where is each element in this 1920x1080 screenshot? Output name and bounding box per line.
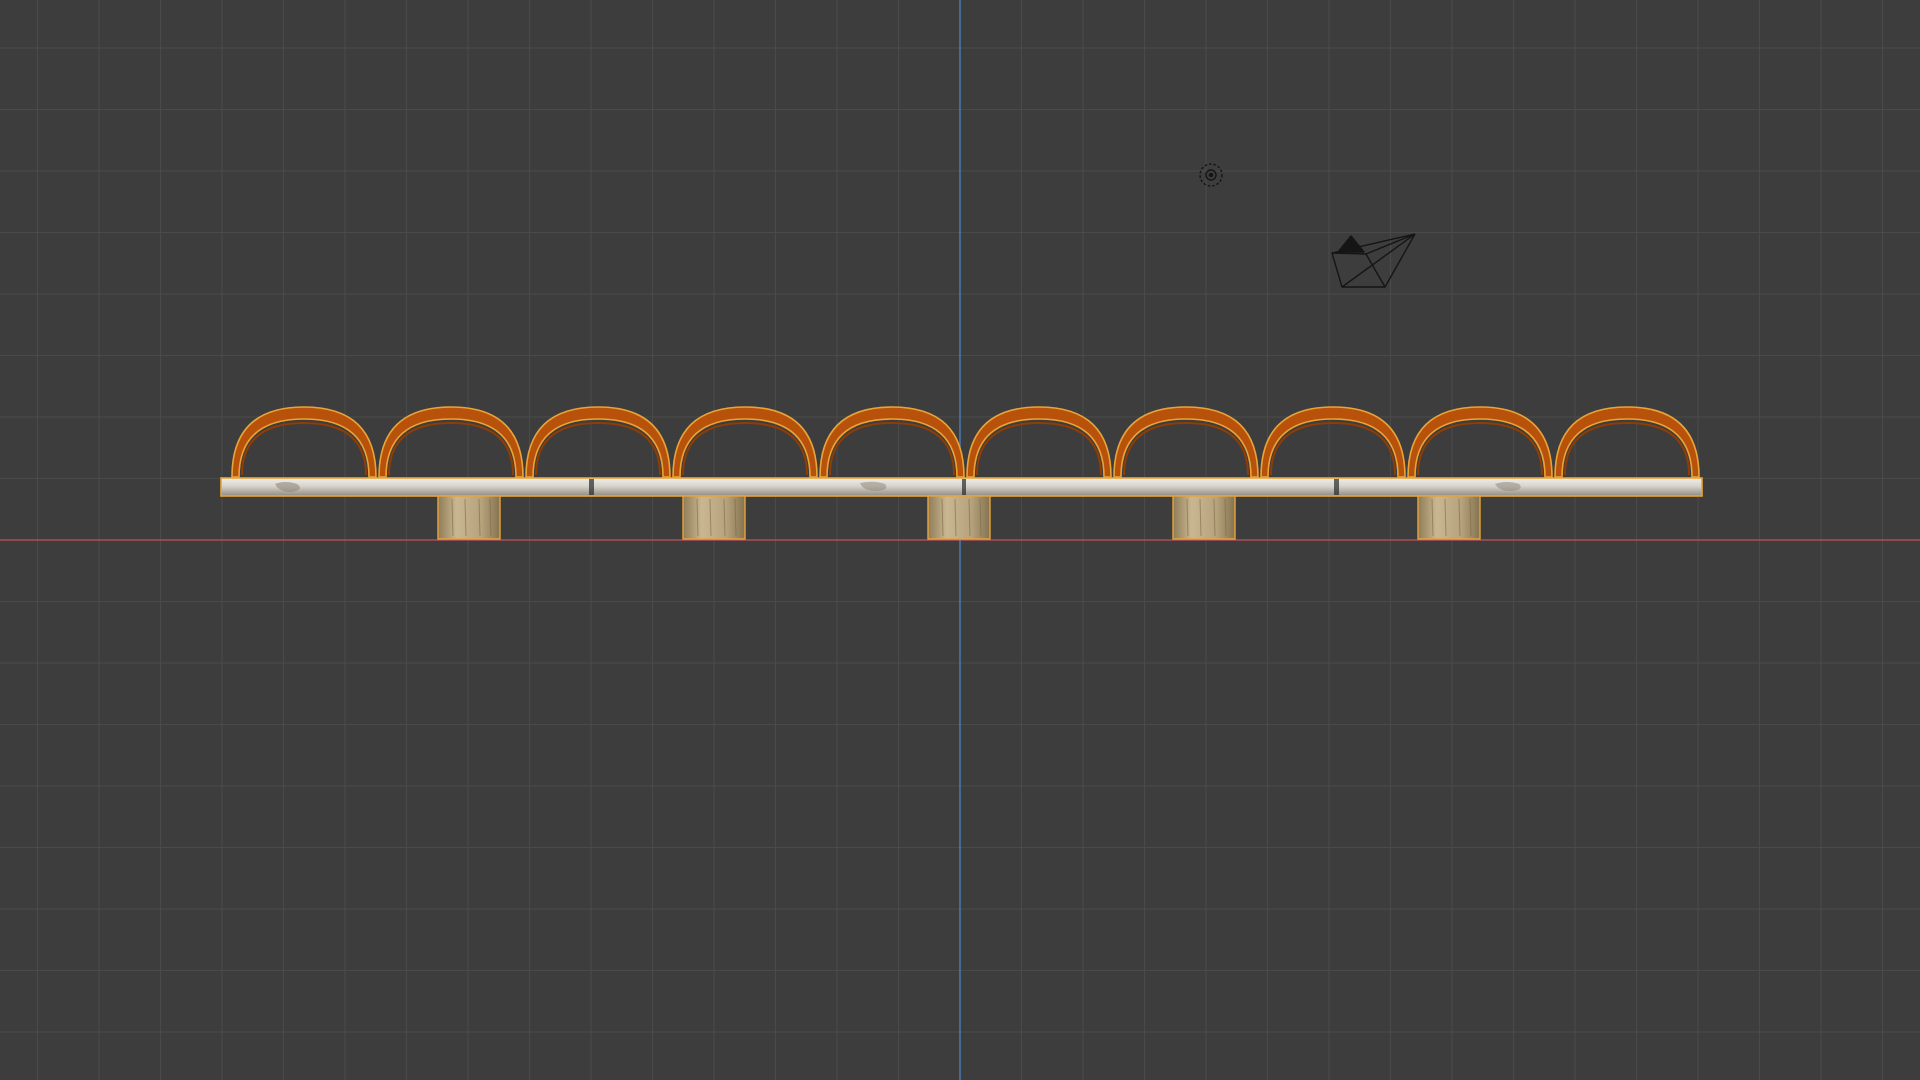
3d-viewport[interactable] — [0, 0, 1920, 1080]
plank-seam-3 — [1334, 479, 1339, 495]
post[interactable] — [1417, 495, 1481, 540]
plank-seam-2 — [962, 479, 966, 495]
post[interactable] — [682, 495, 746, 540]
camera-object-icon[interactable] — [1331, 233, 1416, 288]
arch-inner-shade — [682, 421, 808, 476]
post[interactable] — [927, 495, 991, 540]
viewport-canvas[interactable] — [0, 0, 1920, 1080]
camera-frustum-3 — [1384, 233, 1416, 288]
arch-inner-shade — [388, 421, 514, 476]
arch-inner-shade — [1564, 421, 1690, 476]
arch-inner-shade — [535, 421, 661, 476]
plank-object[interactable] — [220, 477, 1703, 497]
arch-inner-shade — [1417, 421, 1543, 476]
plank-seam-1 — [589, 479, 594, 495]
camera-up-triangle — [1337, 235, 1365, 253]
camera-frame — [1331, 252, 1386, 288]
arch-inner-shade — [1270, 421, 1396, 476]
arch-inner-shade — [976, 421, 1102, 476]
arch-inner-shade — [1123, 421, 1249, 476]
light-object-icon[interactable] — [1199, 163, 1223, 187]
light-center — [1208, 172, 1214, 178]
post[interactable] — [1172, 495, 1236, 540]
post-array-object[interactable] — [437, 495, 1481, 540]
post[interactable] — [437, 495, 501, 540]
arch-inner-shade — [241, 421, 367, 476]
plank-body — [220, 477, 1703, 497]
arch-inner-shade — [829, 421, 955, 476]
